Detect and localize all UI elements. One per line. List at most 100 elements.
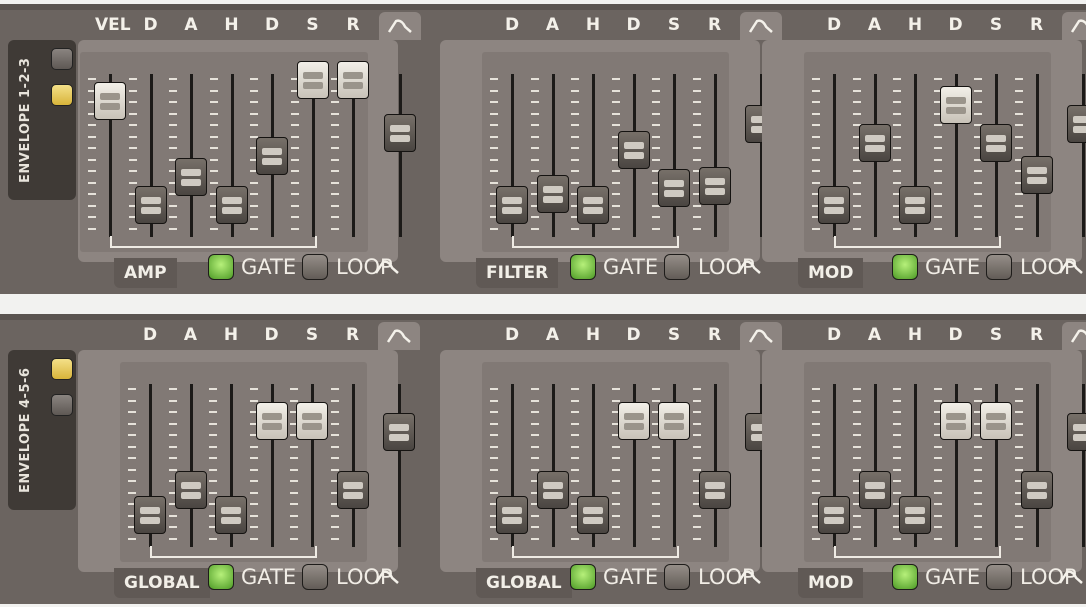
loop-toggle[interactable] [664,564,690,590]
scale-tick [812,422,820,425]
fader-handle-d[interactable] [255,401,288,440]
fader-handle-d[interactable] [818,496,850,535]
fader-handle-h[interactable] [577,496,609,535]
loop-bracket [834,546,1001,558]
scale-tick [974,468,982,471]
gate-toggle[interactable] [208,254,234,280]
fader-handle-h[interactable] [215,496,247,535]
fader-handle-d[interactable] [134,186,167,225]
loop-toggle[interactable] [986,564,1012,590]
scale-tick [209,411,217,413]
fader-handle-r[interactable] [698,471,731,510]
fader-handle-h[interactable] [899,496,931,535]
fader-handle-d[interactable] [134,496,166,535]
fader-handle-r[interactable] [336,471,369,510]
envelope-select-button-1[interactable] [51,48,73,70]
fader-scale [330,388,339,551]
gate-toggle[interactable] [570,254,596,280]
scale-tick [290,170,299,172]
scale-tick [571,468,579,471]
gate-toggle[interactable] [208,564,234,590]
fader-handle-d[interactable] [496,496,528,535]
fader-handle-d[interactable] [939,86,972,125]
gate-toggle[interactable] [570,564,596,590]
fader-handle-s[interactable] [980,123,1012,162]
fader-handle-d[interactable] [939,401,972,440]
scale-tick [331,181,339,184]
scale-tick [209,491,217,494]
scale-tick [692,411,701,413]
fader-handle-r[interactable] [1020,155,1053,194]
fader-handle-a[interactable] [174,471,207,510]
curve-fader-handle[interactable] [1067,105,1086,144]
fader-handle-h[interactable] [215,186,248,225]
scale-tick [852,388,861,390]
scale-tick [933,216,942,218]
fader-handle-a[interactable] [858,123,891,162]
scale-tick [168,457,177,459]
curve-fader-handle[interactable] [383,113,416,152]
envelope-select-button-2[interactable] [51,394,73,416]
fader-handle-s[interactable] [658,401,690,440]
fader-handle-vel[interactable] [94,81,126,120]
scale-tick [812,457,820,459]
scale-tick [128,445,136,448]
fader-handle-r[interactable] [337,61,369,99]
gate-label: GATE [925,255,981,279]
fader-handle-a[interactable] [536,174,569,213]
fader-handle-a[interactable] [175,158,207,197]
scale-tick [169,216,177,218]
scale-tick [611,193,620,195]
envelope-select-button-2[interactable] [51,84,73,106]
fader-handle-d[interactable] [496,186,528,225]
loop-toggle[interactable] [986,254,1012,280]
fader-handle-h[interactable] [577,186,609,225]
scale-tick [250,193,258,195]
loop-toggle[interactable] [302,254,328,280]
scale-tick [571,422,579,425]
scale-tick [330,526,339,528]
scale-tick [692,388,701,390]
scale-tick [490,445,498,448]
fader-handle-d[interactable] [617,401,650,440]
gate-toggle[interactable] [892,254,918,280]
fader-handle-a[interactable] [858,471,891,510]
loop-toggle[interactable] [302,564,328,590]
fader-handle-h[interactable] [899,186,931,225]
scale-tick [652,526,660,528]
curve-fader-handle[interactable] [1067,412,1086,451]
scale-tick [652,457,660,459]
fader-label-r: R [707,325,722,345]
envelope-select-button-1[interactable] [51,358,73,380]
scale-tick [490,468,498,471]
scale-tick [852,216,861,218]
scale-tick [530,468,539,471]
scale-tick [611,204,620,207]
fader-label-h: H [223,325,239,345]
fader-handle-s[interactable] [980,401,1012,440]
scale-tick [331,101,339,103]
scale-tick [893,89,901,92]
fader-handle-d[interactable] [256,137,288,176]
fader-handle-d[interactable] [617,130,650,169]
scale-tick [169,204,177,207]
scale-tick [812,158,820,161]
scale-tick [933,181,942,184]
fader-handle-r[interactable] [698,166,731,205]
scale-tick [893,480,901,482]
gate-toggle[interactable] [892,564,918,590]
scale-tick [893,388,901,390]
section-name: MOD [798,568,864,598]
loop-toggle[interactable] [664,254,690,280]
fader-handle-a[interactable] [536,471,569,510]
fader-handle-s[interactable] [658,169,690,208]
fader-label-r: R [346,15,360,35]
scale-tick [692,434,701,436]
scale-tick [330,468,339,471]
fader-handle-s[interactable] [296,61,329,99]
curve-fader-handle[interactable] [383,412,415,451]
fader-handle-r[interactable] [1020,471,1053,510]
scale-tick [209,468,217,471]
fader-handle-s[interactable] [296,401,328,440]
fader-handle-d[interactable] [818,186,850,225]
